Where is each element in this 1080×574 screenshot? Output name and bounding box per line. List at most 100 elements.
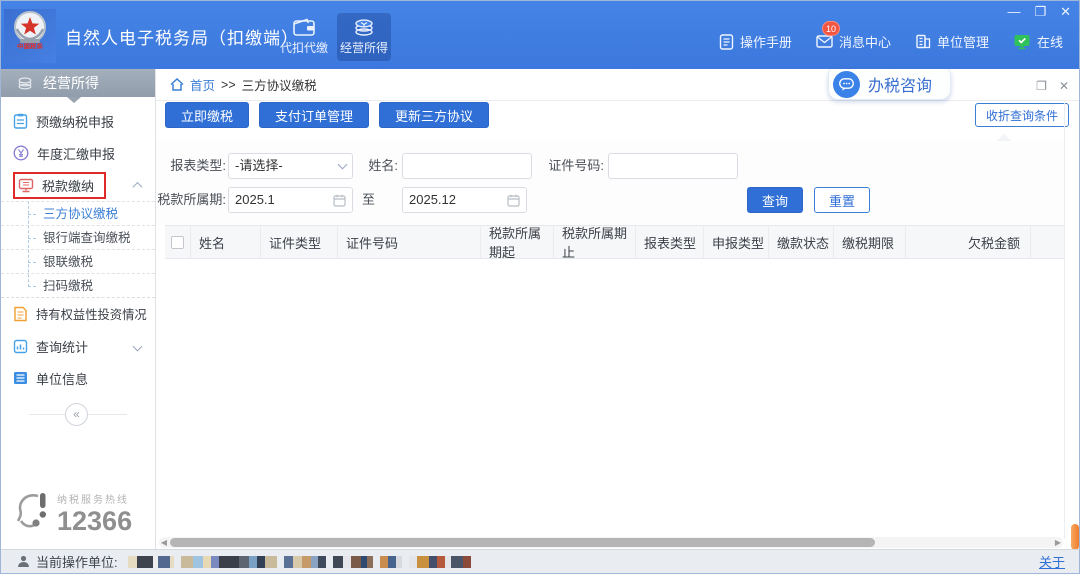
breadcrumb-current: 三方协议缴税 — [242, 75, 317, 94]
col-owed-amount: 欠税金额 — [906, 226, 1031, 258]
redacted-block — [128, 556, 174, 568]
col-name: 姓名 — [191, 226, 261, 258]
manual-link[interactable]: 操作手册 — [719, 32, 792, 51]
sidebar-menu: 预缴纳税申报 年度汇缴申报 税款缴纳 — [1, 105, 155, 394]
id-number-label: 证件号码: — [540, 153, 604, 179]
period-from-value: 2025.1 — [235, 188, 275, 212]
orange-document-icon — [13, 306, 28, 322]
name-input[interactable] — [402, 153, 532, 179]
period-to-input[interactable]: 2025.12 — [402, 187, 527, 213]
redacted-block — [380, 556, 402, 568]
redacted-block — [181, 556, 277, 568]
tax-bureau-logo: 中国税务 — [4, 9, 56, 63]
update-tripartite-agreement-button[interactable]: 更新三方协议 — [379, 102, 489, 128]
svg-text:中国税务: 中国税务 — [17, 42, 44, 50]
period-from-input[interactable]: 2025.1 — [228, 187, 353, 213]
building-icon — [915, 34, 931, 49]
close-button[interactable]: ✕ — [1060, 5, 1071, 19]
sidebar-item-tax-payment[interactable]: 税款缴纳 — [1, 169, 155, 201]
sidebar-item-prepay-declare[interactable]: 预缴纳税申报 — [1, 105, 155, 137]
breadcrumb-home[interactable]: 首页 — [190, 75, 215, 94]
payment-order-management-button[interactable]: 支付订单管理 — [259, 102, 369, 128]
id-number-input[interactable] — [608, 153, 738, 179]
report-type-select[interactable]: -请选择- — [228, 153, 353, 179]
submenu-item-tripartite-agreement[interactable]: 三方协议缴税 — [1, 201, 155, 225]
col-actions — [1031, 226, 1065, 258]
sidebar-item-query-statistics[interactable]: 查询统计 — [1, 330, 155, 362]
clipboard-icon — [13, 113, 28, 129]
sidebar-item-label: 单位信息 — [36, 369, 88, 388]
col-period-start: 税款所属期起 — [481, 226, 554, 258]
vertical-scroll-thumb-orange[interactable] — [1071, 524, 1079, 550]
scroll-left-arrow[interactable]: ◀ — [159, 538, 169, 547]
message-center-link[interactable]: 10 消息中心 — [816, 32, 891, 51]
select-all-checkbox[interactable] — [171, 236, 184, 249]
app-window: 中国税务 自然人电子税务局（扣缴端） 代扣代缴 经营所得 — [0, 0, 1080, 574]
inner-restore-button[interactable]: ❐ — [1036, 79, 1047, 93]
col-payment-status: 缴款状态 — [769, 226, 834, 258]
document-icon — [719, 34, 734, 50]
highlight-red-box: 税款缴纳 — [13, 172, 106, 199]
sidebar-item-label: 持有权益性投资情况 — [36, 305, 147, 323]
tab-jingyingsuode[interactable]: 经营所得 — [337, 13, 391, 61]
window-controls: — ❐ ✕ — [1007, 5, 1071, 19]
redacted-block — [284, 556, 326, 568]
home-icon[interactable] — [170, 78, 184, 91]
inner-window-controls: ❐ ✕ — [1036, 79, 1069, 93]
horizontal-scrollbar[interactable]: ◀ ▶ — [159, 537, 1063, 548]
current-unit-label: 当前操作单位: — [36, 552, 118, 571]
col-declare-type: 申报类型 — [704, 226, 769, 258]
sidebar-item-equity-investment[interactable]: 持有权益性投资情况 — [1, 298, 155, 330]
tab-label: 代扣代缴 — [280, 39, 328, 56]
chat-bubble-icon — [833, 71, 860, 98]
hotline-text: 纳税服务热线 12366 — [57, 491, 132, 535]
inner-close-button[interactable]: ✕ — [1059, 79, 1069, 93]
statistics-icon — [13, 339, 28, 354]
message-count-badge: 10 — [822, 21, 840, 36]
hotline-operator-icon — [15, 491, 51, 531]
period-to-value: 2025.12 — [409, 188, 456, 212]
pay-now-button[interactable]: 立即缴税 — [165, 102, 249, 128]
vertical-scroll-track — [1064, 101, 1065, 539]
sidebar-collapse-row: « — [1, 400, 155, 430]
reset-button[interactable]: 重置 — [814, 187, 870, 213]
sidebar-header-label: 经营所得 — [43, 73, 99, 93]
tax-consult-button[interactable]: 办税咨询 — [828, 69, 951, 100]
status-bar: 当前操作单位: 关于 — [1, 549, 1080, 573]
tab-daikoudaijiao[interactable]: 代扣代缴 — [277, 13, 331, 61]
org-management-link[interactable]: 单位管理 — [915, 32, 989, 51]
name-label: 姓名: — [354, 153, 398, 179]
submenu-item-scan-code-pay[interactable]: 扫码缴税 — [1, 273, 155, 297]
sidebar-collapse-button[interactable]: « — [65, 403, 88, 426]
report-type-label: 报表类型: — [166, 153, 226, 179]
scroll-right-arrow[interactable]: ▶ — [1053, 538, 1063, 547]
sidebar-item-org-info[interactable]: 单位信息 — [1, 362, 155, 394]
submenu-item-unionpay[interactable]: 银联缴税 — [1, 249, 155, 273]
header-links: 操作手册 10 消息中心 单位管理 — [719, 32, 1063, 51]
main-content: 首页 >> 三方协议缴税 ❐ ✕ 办税咨询 立即缴税 支付订单管理 更新三方协议 — [156, 69, 1080, 551]
person-icon — [17, 555, 30, 568]
sidebar-item-label: 年度汇缴申报 — [37, 144, 115, 163]
minimize-button[interactable]: — — [1007, 5, 1020, 19]
collapse-query-conditions-button[interactable]: 收折查询条件 — [975, 103, 1069, 127]
online-status[interactable]: 在线 — [1013, 32, 1063, 51]
submenu-item-bank-query-pay[interactable]: 银行端查询缴税 — [1, 225, 155, 249]
query-button[interactable]: 查询 — [747, 187, 803, 213]
online-monitor-icon — [1013, 34, 1031, 50]
redacted-block — [409, 556, 471, 568]
col-period-end: 税款所属期止 — [554, 226, 636, 258]
about-link[interactable]: 关于 — [1039, 552, 1065, 571]
tax-period-label: 税款所属期: — [156, 187, 226, 213]
calendar-icon — [333, 194, 346, 207]
maximize-button[interactable]: ❐ — [1034, 5, 1046, 19]
horizontal-scroll-thumb[interactable] — [170, 538, 875, 547]
sidebar-header: 经营所得 — [1, 69, 155, 97]
select-all-cell — [165, 226, 191, 258]
module-tabs: 代扣代缴 经营所得 — [277, 13, 391, 61]
col-id-type: 证件类型 — [261, 226, 338, 258]
redacted-block — [333, 556, 373, 568]
to-label: 至 — [354, 187, 384, 213]
coins-icon — [353, 18, 375, 36]
sidebar-item-annual-declare[interactable]: 年度汇缴申报 — [1, 137, 155, 169]
wallet-icon — [293, 18, 315, 36]
